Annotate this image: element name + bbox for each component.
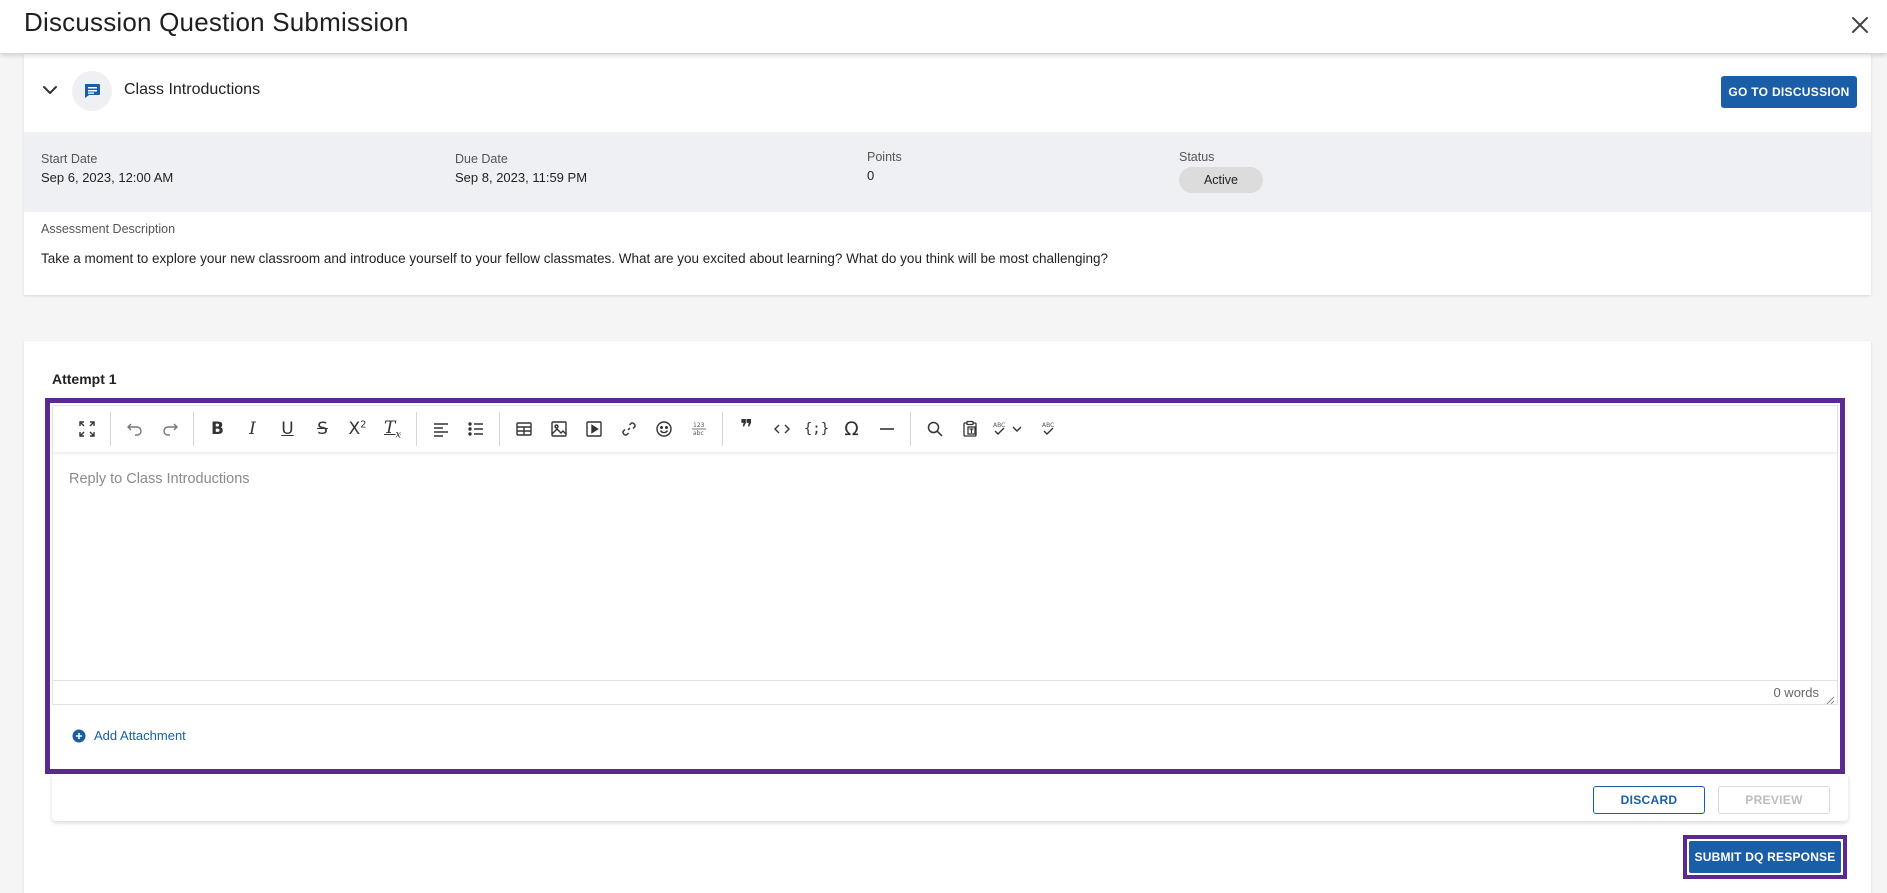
toolbar-group-view: [63, 412, 111, 446]
submit-highlight: SUBMIT DQ RESPONSE: [1683, 835, 1847, 879]
attempt-card: Attempt 1 B I U S X2 Tx 123 abc ❞ {;} Ω …: [24, 341, 1871, 893]
assessment-meta: Start Date Sep 6, 2023, 12:00 AM Due Dat…: [24, 132, 1871, 212]
status-label: Status: [1179, 150, 1215, 164]
editor-statusbar: 0 words: [53, 680, 1837, 705]
editor-highlight: B I U S X2 Tx 123 abc ❞ {;} Ω ABC ABC Re…: [45, 398, 1845, 774]
spellcheck-dialog-icon[interactable]: ABC: [1031, 413, 1066, 445]
due-date: Due Date Sep 8, 2023, 11:59 PM: [455, 152, 587, 185]
due-date-label: Due Date: [455, 152, 508, 166]
word-count: 0 words: [1773, 685, 1819, 700]
special-character-icon[interactable]: Ω: [834, 413, 869, 445]
discussion-icon: [72, 71, 112, 111]
editor-actions-bar: DISCARD PREVIEW: [52, 774, 1848, 821]
add-attachment-link[interactable]: Add Attachment: [72, 728, 186, 743]
chevron-down-icon[interactable]: [41, 81, 59, 99]
blockquote-icon[interactable]: ❞: [729, 413, 764, 445]
toolbar-group-tools: ABC ABC: [911, 412, 1072, 446]
table-icon[interactable]: [506, 413, 541, 445]
description-label: Assessment Description: [41, 222, 176, 236]
underline-icon[interactable]: U: [270, 413, 305, 445]
reply-placeholder: Reply to Class Introductions: [69, 471, 250, 487]
horizontal-rule-icon[interactable]: [869, 413, 904, 445]
editor-toolbar: B I U S X2 Tx 123 abc ❞ {;} Ω ABC ABC: [53, 406, 1837, 452]
start-date-value: Sep 6, 2023, 12:00 AM: [41, 170, 174, 185]
page-title: Discussion Question Submission: [24, 7, 409, 37]
status-badge: Active: [1179, 167, 1263, 193]
status: Status Active: [1179, 150, 1263, 193]
spellcheck-icon[interactable]: ABC: [987, 413, 1031, 445]
close-icon[interactable]: [1847, 12, 1873, 38]
toolbar-group-code: ❞ {;} Ω: [723, 412, 911, 446]
rich-text-editor: B I U S X2 Tx 123 abc ❞ {;} Ω ABC ABC Re…: [52, 405, 1838, 705]
preview-button[interactable]: PREVIEW: [1718, 786, 1830, 814]
plus-circle-icon: [72, 729, 86, 742]
emoji-icon[interactable]: [646, 413, 681, 445]
toolbar-group-history: [111, 412, 194, 446]
code-sample-icon[interactable]: {;}: [799, 413, 834, 445]
points-value: 0: [867, 168, 875, 183]
header-bar: Discussion Question Submission: [0, 0, 1887, 53]
undo-icon[interactable]: [117, 413, 152, 445]
code-icon[interactable]: [764, 413, 799, 445]
start-date: Start Date Sep 6, 2023, 12:00 AM: [41, 152, 173, 185]
fullscreen-icon[interactable]: [69, 413, 104, 445]
redo-icon[interactable]: [152, 413, 187, 445]
topic-title: Class Introductions: [124, 81, 261, 98]
add-attachment-label: Add Attachment: [94, 728, 186, 743]
description-text: Take a moment to explore your new classr…: [41, 251, 1109, 266]
resize-handle-icon[interactable]: [1825, 692, 1835, 705]
align-left-icon[interactable]: [423, 413, 458, 445]
attempt-label: Attempt 1: [52, 371, 117, 387]
svg-text:abc: abc: [693, 430, 704, 437]
clear-formatting-icon[interactable]: Tx: [375, 413, 410, 445]
reply-text-area[interactable]: [53, 452, 1837, 682]
go-to-discussion-button[interactable]: GO TO DISCUSSION: [1721, 76, 1857, 108]
image-icon[interactable]: [541, 413, 576, 445]
search-replace-icon[interactable]: [917, 413, 952, 445]
media-icon[interactable]: [576, 413, 611, 445]
points-label: Points: [867, 150, 902, 164]
due-date-value: Sep 8, 2023, 11:59 PM: [455, 170, 588, 185]
svg-text:123: 123: [693, 422, 705, 429]
number-format-icon[interactable]: 123 abc: [681, 413, 716, 445]
toolbar-group-insert: 123 abc: [500, 412, 723, 446]
paste-text-icon[interactable]: [952, 413, 987, 445]
discussion-card: Class Introductions GO TO DISCUSSION Sta…: [24, 54, 1871, 295]
discard-button[interactable]: DISCARD: [1593, 786, 1705, 814]
start-date-label: Start Date: [41, 152, 98, 166]
toolbar-group-align: [417, 412, 500, 446]
strikethrough-icon[interactable]: S: [305, 413, 340, 445]
italic-icon[interactable]: I: [235, 413, 270, 445]
bullet-list-icon[interactable]: [458, 413, 493, 445]
bold-icon[interactable]: B: [200, 413, 235, 445]
link-icon[interactable]: [611, 413, 646, 445]
toolbar-group-format: B I U S X2 Tx: [194, 412, 417, 446]
submit-dq-response-button[interactable]: SUBMIT DQ RESPONSE: [1689, 841, 1841, 873]
superscript-icon[interactable]: X2: [340, 413, 375, 445]
points: Points 0: [867, 150, 902, 183]
